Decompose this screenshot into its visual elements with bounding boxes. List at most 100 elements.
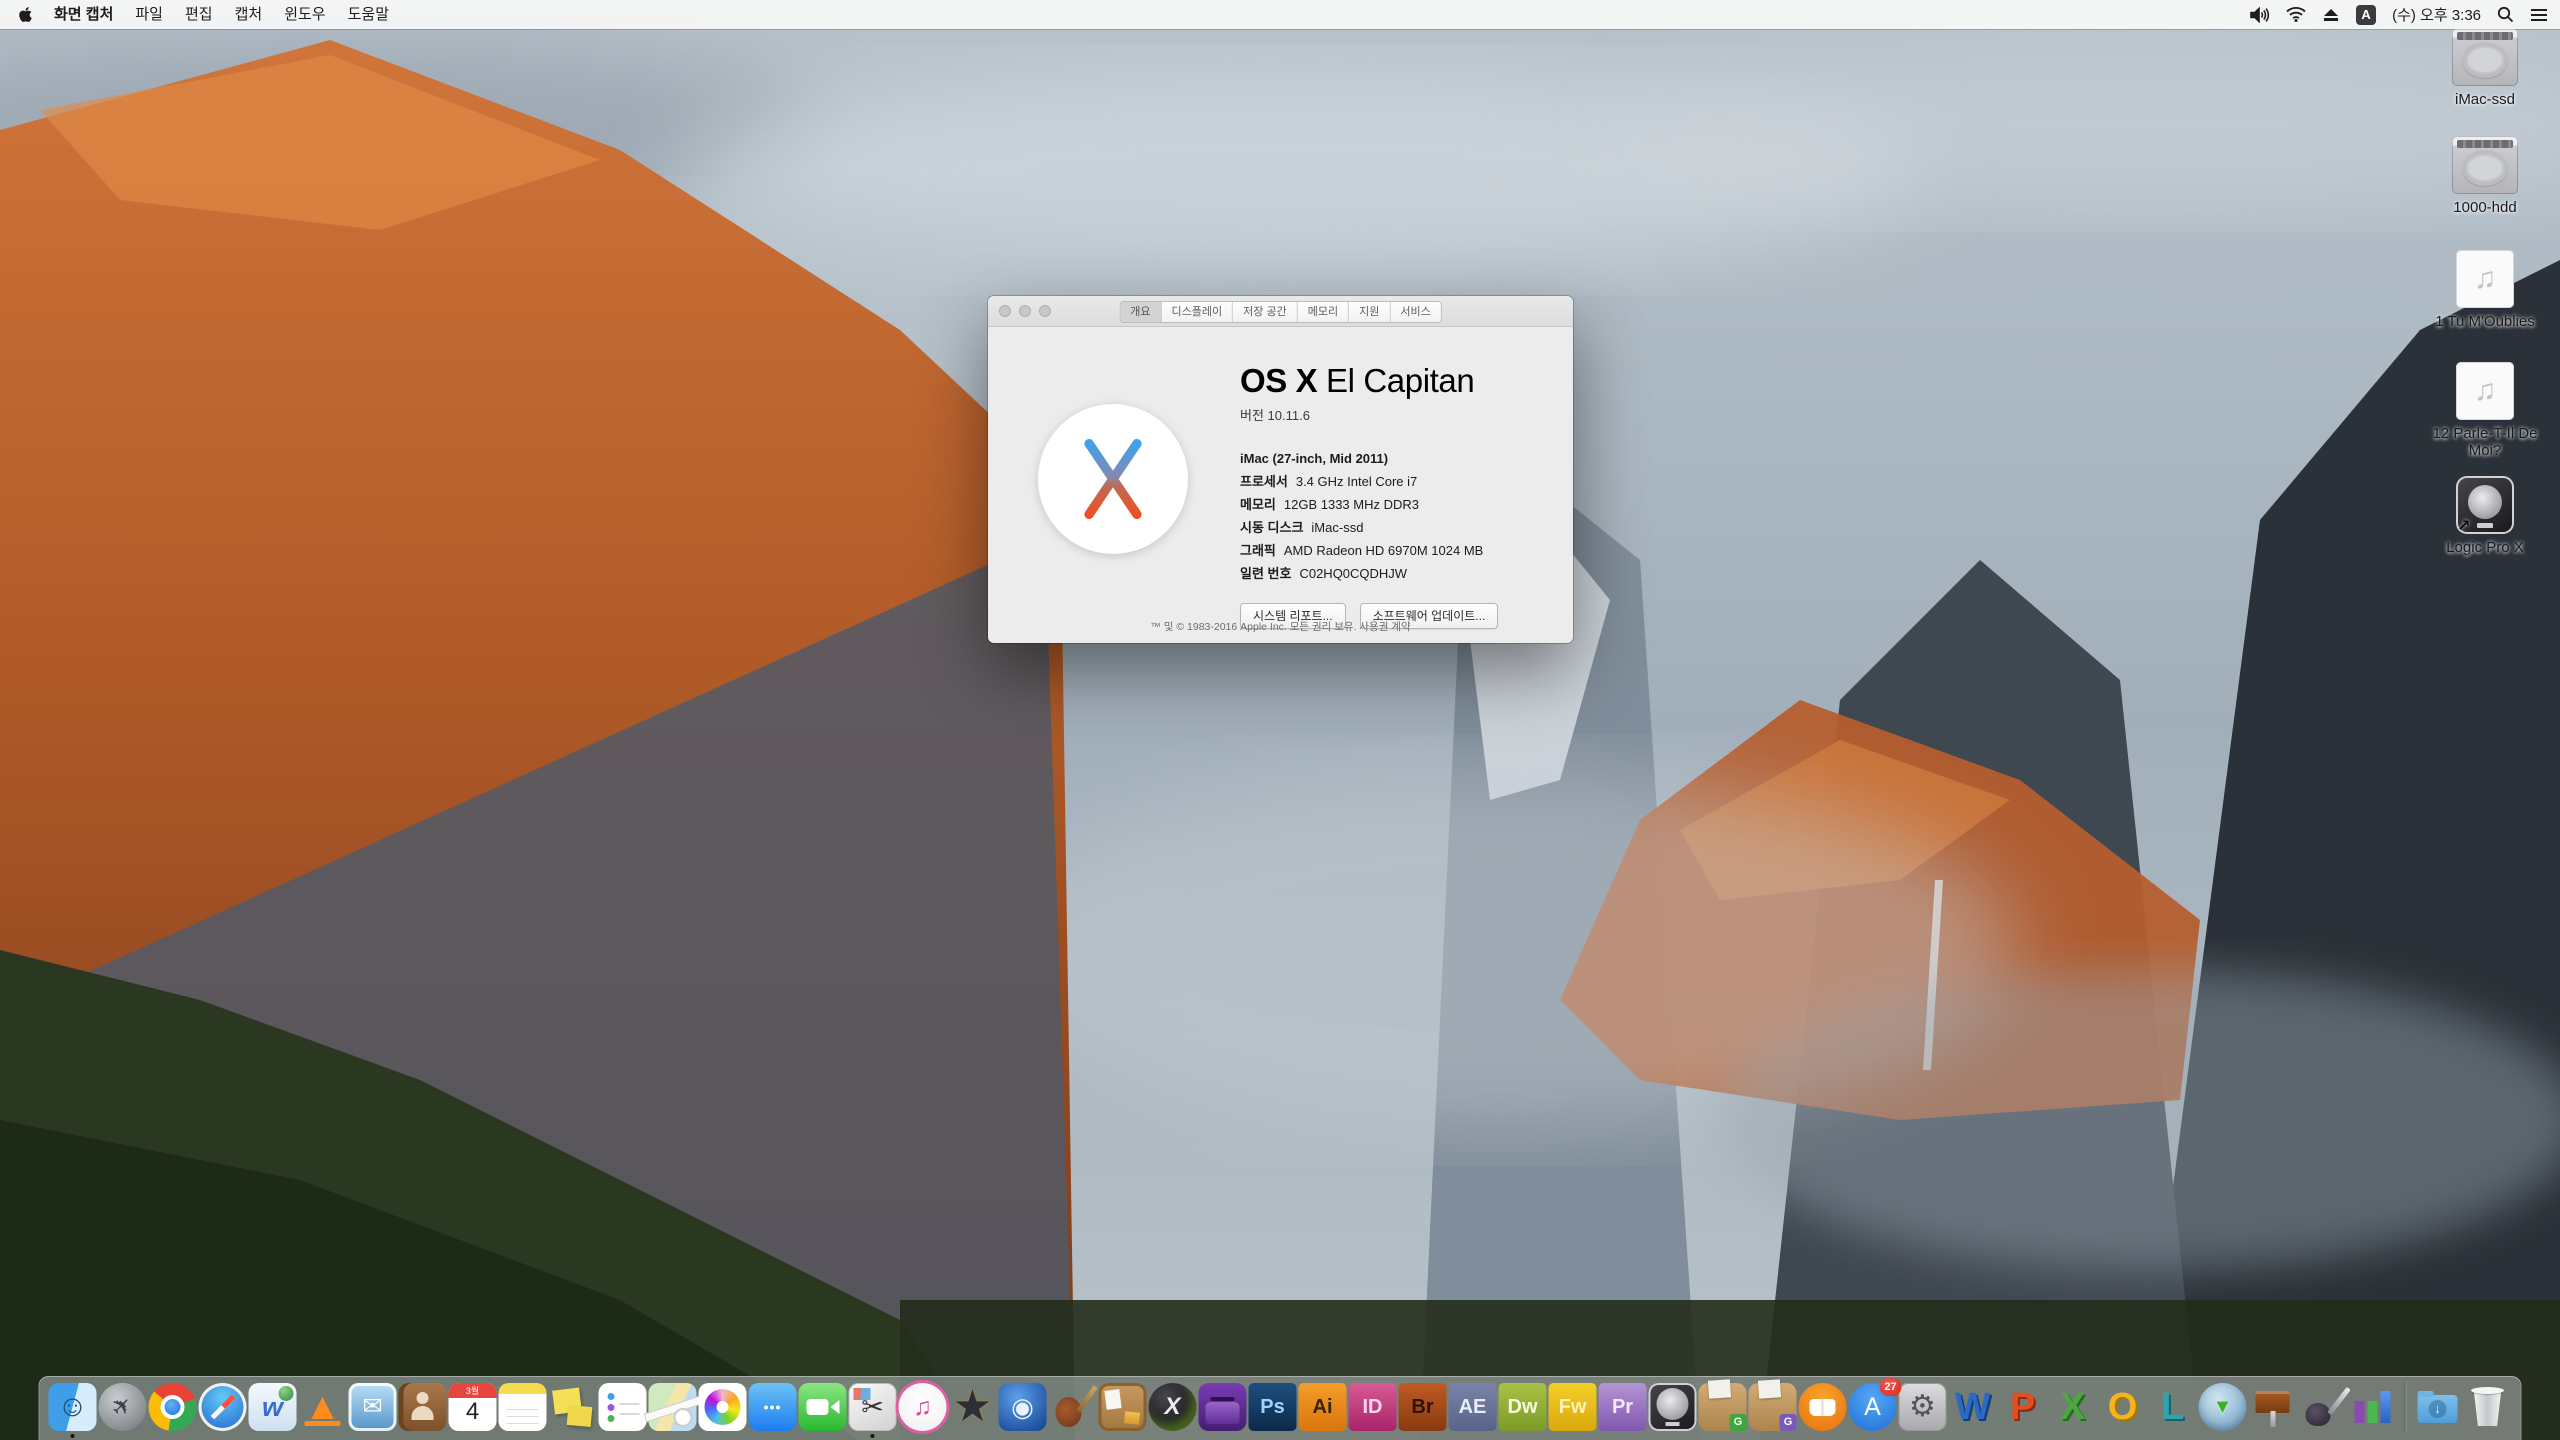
mail-icon: ✉ [349,1383,397,1431]
system-preferences-icon: ⚙ [1899,1383,1947,1431]
photo-board-dock-item[interactable] [1099,1383,1147,1431]
trash-icon [2464,1383,2512,1431]
tab-3[interactable]: 메모리 [1298,302,1349,322]
contacts-dock-item[interactable] [399,1383,447,1431]
desktop-icon-1000-hdd[interactable]: 1000-hdd [2415,136,2555,217]
itunes-dock-item[interactable]: ♫ [899,1383,947,1431]
menu-item-1[interactable]: 파일 [124,0,174,29]
apple-menu[interactable] [12,0,43,29]
eject-icon[interactable] [2322,7,2340,22]
lync-icon: L [2149,1383,2197,1431]
menu-item-4[interactable]: 윈도우 [273,0,336,29]
reminders-dock-item[interactable] [599,1383,647,1431]
desktop-icon-audio-file-1[interactable]: ♫1 Tu M'Oublies [2415,250,2555,331]
volume-icon[interactable] [2250,7,2270,23]
notes-icon [499,1383,547,1431]
minimize-button[interactable] [1019,305,1031,317]
illustrator-dock-item[interactable]: Ai [1299,1383,1347,1431]
launchpad-dock-item[interactable]: ✈ [99,1383,147,1431]
desktop-icon-audio-file-12[interactable]: ♫12 Parle-T-Il De Moi? [2415,362,2555,459]
video-converter-dock-item[interactable]: X [1149,1383,1197,1431]
powerpoint-dock-item[interactable]: P [1999,1383,2047,1431]
spec-row: 일련 번호C02HQ0CQDHJW [1240,563,1498,582]
indesign-dock-item[interactable]: ID [1349,1383,1397,1431]
tab-5[interactable]: 서비스 [1390,302,1440,322]
webhard-dock-item[interactable]: w [249,1383,297,1431]
keynote-dock-item[interactable] [2249,1383,2297,1431]
imovie-dock-item[interactable]: ★ [949,1383,997,1431]
bridge-dock-item[interactable]: Br [1399,1383,1447,1431]
close-button[interactable] [999,305,1011,317]
stickies-dock-item[interactable] [549,1383,597,1431]
input-source-badge[interactable]: A [2356,5,2376,25]
video-converter-icon: X [1149,1383,1197,1431]
downloader-icon: ▼ [2199,1383,2247,1431]
zoom-button[interactable] [1039,305,1051,317]
system-preferences-dock-item[interactable]: ⚙ [1899,1383,1947,1431]
desktop-icon-logic-pro-x[interactable]: ↗Logic Pro X [2415,476,2555,557]
desktop-icon-imac-ssd[interactable]: iMac-ssd [2415,28,2555,109]
menu-bar-clock[interactable]: (수) 오후 3:36 [2392,4,2481,25]
spotlight-search-icon[interactable] [2497,6,2514,23]
messages-dock-item[interactable]: ••• [749,1383,797,1431]
pages-dock-item[interactable] [2299,1383,2347,1431]
menu-item-5[interactable]: 도움말 [337,0,400,29]
alias-arrow-icon: ↗ [2457,516,2470,536]
photoshop-dock-item[interactable]: Ps [1249,1383,1297,1431]
window-titlebar[interactable]: 개요디스플레이저장 공간메모리지원서비스 [988,296,1573,327]
downloads-folder-dock-item[interactable]: ↓ [2414,1383,2462,1431]
app-store-icon: A27 [1849,1383,1897,1431]
finder-dock-item[interactable]: ☺ [49,1383,97,1431]
ibooks-dock-item[interactable] [1799,1383,1847,1431]
notification-center-icon[interactable] [2530,8,2548,22]
tab-1[interactable]: 디스플레이 [1162,302,1234,322]
premiere-dock-item[interactable]: Pr [1599,1383,1647,1431]
numbers-dock-item[interactable] [2349,1383,2397,1431]
excel-dock-item[interactable]: X [2049,1383,2097,1431]
menu-item-3[interactable]: 캡처 [224,0,274,29]
facetime-icon [799,1383,847,1431]
running-indicator [871,1434,875,1438]
lync-dock-item[interactable]: L [2149,1383,2197,1431]
vlc-dock-item[interactable]: ▲ [299,1383,347,1431]
tab-4[interactable]: 지원 [1349,302,1390,322]
app-store-dock-item[interactable]: A27 [1849,1383,1897,1431]
messages-icon: ••• [749,1383,797,1431]
archiver-purple-dock-item[interactable]: G [1749,1383,1797,1431]
archiver-green-dock-item[interactable]: G [1699,1383,1747,1431]
photos-dock-item[interactable] [699,1383,747,1431]
garageband-dock-item[interactable] [1049,1383,1097,1431]
maps-dock-item[interactable] [649,1383,697,1431]
toast-dock-item[interactable] [1199,1383,1247,1431]
downloader-dock-item[interactable]: ▼ [2199,1383,2247,1431]
wifi-icon[interactable] [2286,7,2306,22]
wallpaper-el-capitan [0,0,2560,1440]
about-this-mac-window[interactable]: 개요디스플레이저장 공간메모리지원서비스 OS X El Capitan [988,296,1573,643]
word-dock-item[interactable]: W [1949,1383,1997,1431]
outlook-dock-item[interactable]: O [2099,1383,2147,1431]
system-info: OS X El Capitan 버전 10.11.6 iMac (27-inch… [1240,362,1498,629]
logic-pro-dock-item[interactable] [1649,1383,1697,1431]
menu-app-name[interactable]: 화면 캡처 [43,0,124,29]
archiver-green-icon: G [1699,1383,1747,1431]
notes-dock-item[interactable] [499,1383,547,1431]
fireworks-dock-item[interactable]: Fw [1549,1383,1597,1431]
facetime-dock-item[interactable] [799,1383,847,1431]
desktop-icon-column: iMac-ssd 1000-hdd ♫1 Tu M'Oublies ♫12 Parle… [2410,0,2560,1440]
dreamweaver-dock-item[interactable]: Dw [1499,1383,1547,1431]
safari-dock-item[interactable] [199,1383,247,1431]
tab-2[interactable]: 저장 공간 [1233,302,1298,322]
after-effects-dock-item[interactable]: AE [1449,1383,1497,1431]
chrome-dock-item[interactable] [149,1383,197,1431]
archiver-purple-icon: G [1749,1383,1797,1431]
mail-dock-item[interactable]: ✉ [349,1383,397,1431]
screen-capture-dock-item[interactable]: ✂ [849,1383,897,1431]
dvd-player-dock-item[interactable]: ◉ [999,1383,1047,1431]
menu-item-2[interactable]: 편집 [174,0,224,29]
tab-0[interactable]: 개요 [1120,302,1161,322]
finder-icon: ☺ [49,1383,97,1431]
photoshop-icon: Ps [1249,1383,1297,1431]
trash-dock-item[interactable] [2464,1383,2512,1431]
desktop-icon-label: 1 Tu M'Oublies [2415,314,2555,331]
calendar-dock-item[interactable]: 3월4 [449,1383,497,1431]
